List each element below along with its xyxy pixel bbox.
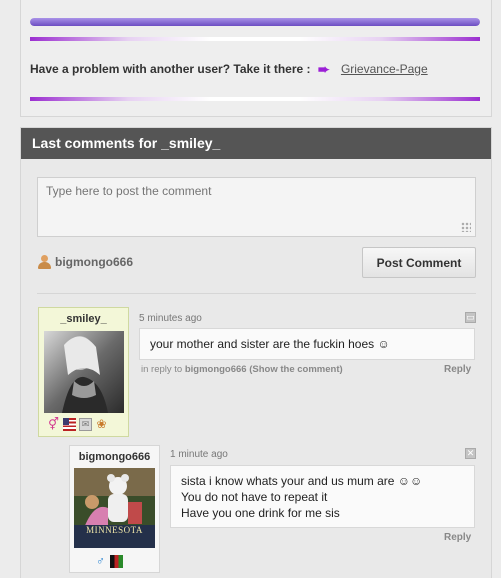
post-comment-button[interactable]: Post Comment (362, 247, 476, 278)
meta-prefix: in reply to (141, 364, 183, 375)
divider-top (30, 37, 480, 41)
us-flag-icon[interactable] (63, 418, 76, 431)
close-icon[interactable]: ✕ (465, 448, 476, 459)
comment-text: your mother and sister are the fuckin ho… (150, 337, 390, 351)
mail-icon[interactable]: ✉ (79, 418, 92, 431)
problem-line: Have a problem with another user? Take i… (30, 61, 428, 78)
comment-bubble: sista i know whats your and us mum are ☺… (170, 465, 475, 528)
progress-fill (30, 18, 480, 26)
author-name[interactable]: _smiley_ (39, 313, 128, 325)
comment-meta: in reply to bigmongo666 (Show the commen… (141, 364, 343, 375)
comments-header: Last comments for _smiley_ (21, 128, 491, 159)
comment-input-box[interactable] (37, 177, 476, 237)
meta-user[interactable]: bigmongo666 (185, 364, 247, 375)
current-username: bigmongo666 (55, 254, 134, 269)
author-icons: ⚥ ✉ ❀ (47, 418, 108, 431)
author-avatar[interactable] (44, 331, 124, 413)
comment-input[interactable] (38, 178, 475, 236)
pet-icon[interactable]: ❀ (95, 418, 108, 431)
progress-bar (30, 18, 480, 26)
arrow-right-icon: ➨ (317, 61, 330, 77)
author-name[interactable]: bigmongo666 (70, 451, 159, 463)
comment-time: 5 minutes ago (139, 313, 202, 324)
report-icon[interactable]: ▭ (465, 312, 476, 323)
gender-female-male-icon[interactable]: ⚥ (47, 418, 60, 431)
author-card: bigmongo666 MINNESOTA ♂ (69, 445, 160, 573)
grievance-panel: Have a problem with another user? Take i… (20, 0, 492, 117)
divider-bottom (30, 97, 480, 101)
grievance-page-link[interactable]: Grievance-Page (341, 62, 428, 76)
reply-button[interactable]: Reply (444, 364, 471, 375)
show-comment-link[interactable]: (Show the comment) (249, 364, 342, 375)
author-icons: ♂ (94, 555, 123, 568)
separator (37, 293, 476, 294)
user-icon (37, 254, 51, 269)
afghanistan-flag-icon[interactable] (110, 555, 123, 568)
resize-grip-icon[interactable] (461, 222, 471, 232)
comment-line: You do not have to repeat it (181, 490, 328, 504)
current-user-row: bigmongo666 (37, 254, 133, 269)
comment-bubble: your mother and sister are the fuckin ho… (139, 328, 475, 360)
comment-line: sista i know whats your and us mum are ☺… (181, 474, 423, 488)
comment-time: 1 minute ago (170, 449, 228, 460)
comment-line: Have you one drink for me sis (181, 506, 340, 520)
author-card: _smiley_ ⚥ ✉ ❀ (38, 307, 129, 437)
reply-button[interactable]: Reply (444, 532, 471, 543)
comments-panel: Last comments for _smiley_ bigmongo666 P… (20, 127, 492, 578)
avatar-caption: MINNESOTA (86, 525, 143, 535)
gender-male-icon[interactable]: ♂ (94, 555, 107, 568)
author-avatar[interactable]: MINNESOTA (74, 468, 155, 548)
problem-text: Have a problem with another user? Take i… (30, 62, 311, 76)
